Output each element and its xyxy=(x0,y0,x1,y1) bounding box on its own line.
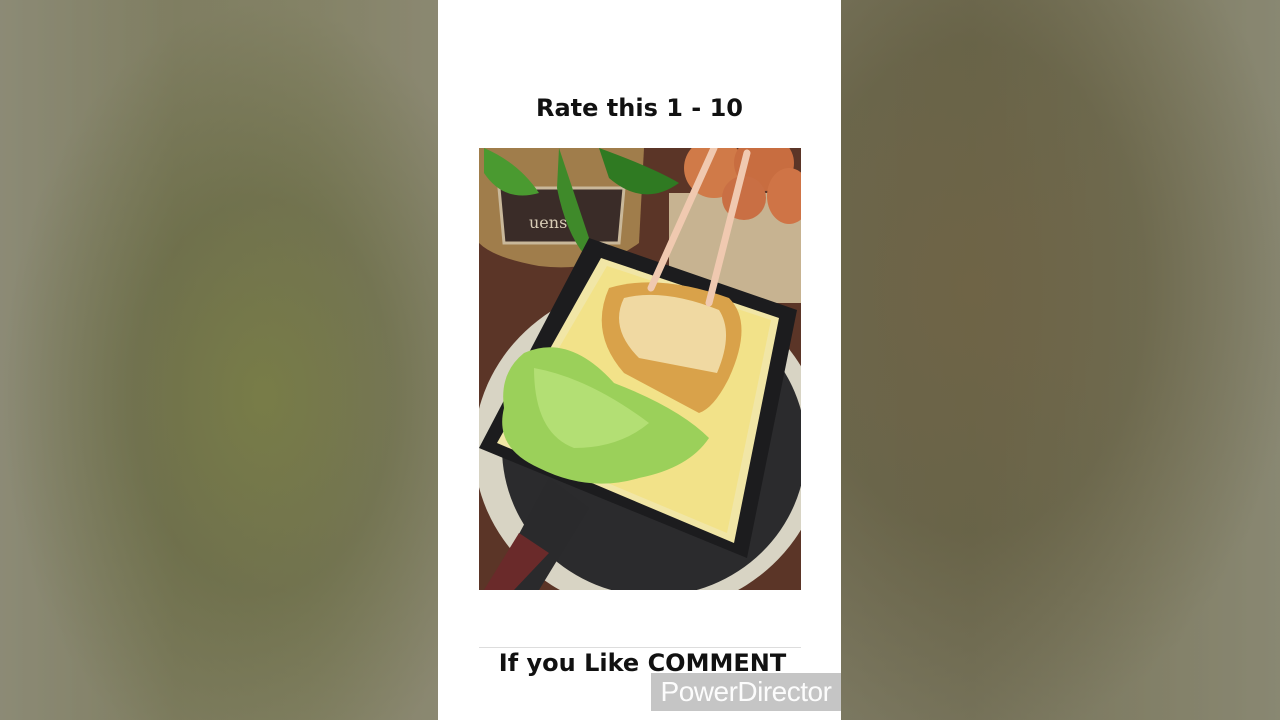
blurred-background-right xyxy=(841,0,1280,720)
food-photo: uens xyxy=(479,148,801,590)
svg-text:uens: uens xyxy=(529,213,567,232)
video-frame: Rate this 1 - 10 uens If you Like COMMEN… xyxy=(0,0,1280,720)
powerdirector-watermark: PowerDirector xyxy=(651,673,841,711)
short-video-panel: Rate this 1 - 10 uens If you Like COMMEN… xyxy=(438,0,841,720)
rating-prompt-title: Rate this 1 - 10 xyxy=(536,94,743,122)
caption-divider xyxy=(479,647,801,648)
blurred-background-left xyxy=(0,0,438,720)
